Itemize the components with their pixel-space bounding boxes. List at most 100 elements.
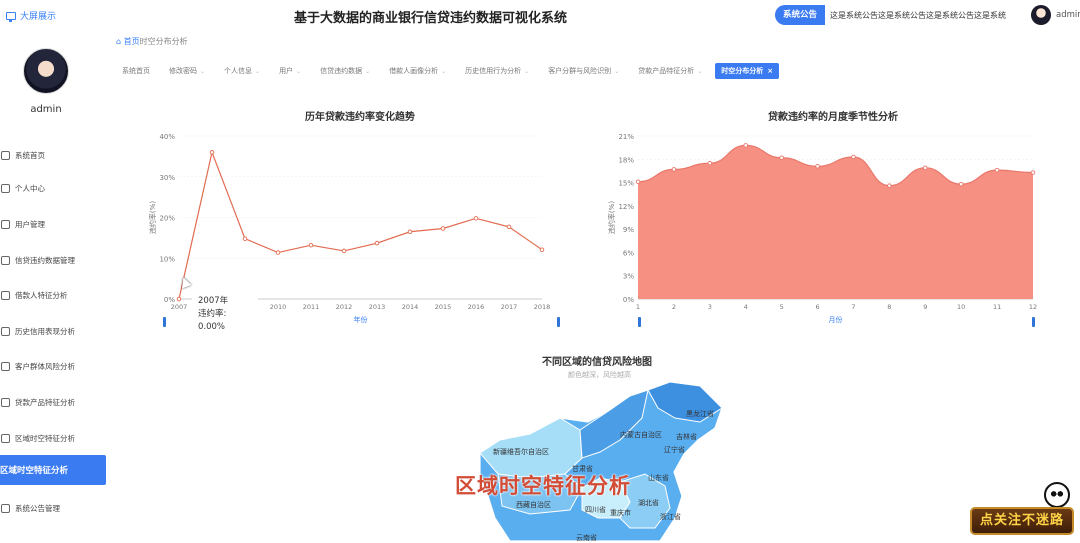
notice-icon [1,504,10,513]
tab-label: 用户 [279,67,294,75]
y-tick-label: 18% [618,156,634,164]
line-chart-title: 历年贷款违约率变化趋势 [305,112,415,123]
chevron-down-icon: ⌄ [255,68,261,75]
x-tick-label: 5 [780,303,784,311]
group-icon [1,362,10,371]
data-point [743,143,748,148]
data-point [815,164,820,169]
sidebar-item[interactable]: 信贷违约数据管理 [0,246,106,275]
data-point [671,167,677,172]
sidebar-item[interactable]: 系统首页 [0,141,106,170]
data-point [958,181,964,187]
sidebar-item[interactable]: 区域时空特征分析 [0,455,106,485]
data-point [923,165,928,171]
zoom-handle-right [557,317,560,327]
sidebar-item[interactable]: 用户管理 [0,210,106,239]
sidebar-item-label: 借款人特征分析 [15,291,68,300]
area-chart-title: 贷款违约率的月度季节性分析 [768,112,898,123]
x-tick-label: 2016 [468,303,485,311]
sidebar-item[interactable]: 借款人特征分析 [0,281,106,310]
tab[interactable]: 历史信用行为分析 ⌄ [459,63,535,79]
follow-badge: 点关注不迷路 [970,507,1074,535]
china-risk-map[interactable] [470,378,740,541]
tab-label: 客户分群与风险识别 [548,67,612,75]
map-label: 四川省 [585,506,606,514]
x-axis-title: 年份 [354,315,368,324]
zoom-handle-right [1032,317,1035,327]
tab-label: 历史信用行为分析 [465,67,522,75]
x-tick-label: 2014 [402,303,419,311]
tab-label: 借款人画像分析 [389,67,439,75]
chart-tooltip: 2007年 违约率: 0.00% [192,292,258,332]
map-label: 内蒙古自治区 [620,431,662,439]
map-label: 浙江省 [660,513,681,521]
y-tick-label: 15% [618,180,634,188]
data-point [887,183,892,188]
x-tick-label: 8 [887,303,891,311]
map-label: 辽宁省 [664,446,685,454]
tab[interactable]: 借款人画像分析 ⌄ [383,63,452,79]
tab[interactable]: 贷款产品特征分析 ⌄ [632,63,708,79]
chevron-down-icon: ⌄ [697,68,703,75]
line-chart: 0%10%20%30%40%20072008200920102011201220… [148,133,560,327]
map-label: 云南省 [576,534,597,542]
map-label: 吉林省 [676,433,697,441]
sidebar-item-label: 贷款产品特征分析 [15,398,75,407]
x-tick-label: 6 [815,303,819,311]
data-point [851,154,856,160]
tab[interactable]: 用户 ⌄ [273,63,307,79]
tab[interactable]: 个人信息 ⌄ [218,63,266,79]
avatar[interactable] [1031,5,1051,25]
tab-label: 信贷违约数据 [320,67,363,75]
x-tick-label: 2011 [303,303,320,311]
x-tick-label: 2017 [501,303,518,311]
sidebar-item[interactable]: 个人中心 [0,174,106,203]
tab-label: 贷款产品特征分析 [638,67,695,75]
tab-label: 个人信息 [224,67,253,75]
close-icon[interactable]: × [767,67,773,75]
tab[interactable]: 信贷违约数据 ⌄ [314,63,376,79]
tab[interactable]: 修改密码 ⌄ [163,63,211,79]
sidebar-item-label: 个人中心 [15,184,45,193]
bigscreen-label: 大屏展示 [20,12,57,22]
tab-bar: 系统首页 修改密码 ⌄ 个人信息 ⌄ 用户 ⌄ 信贷违约数据 ⌄ 借款人画像分析 ⌄ 历史信用行为分析… [116,63,786,79]
data-point [407,229,413,235]
header-username[interactable]: admin [1056,10,1080,20]
panda-icon [1044,482,1070,508]
data-point [707,160,713,166]
chevron-down-icon: ⌄ [200,68,206,75]
y-tick-label: 6% [623,249,634,257]
zoom-handle-left [163,317,166,327]
chevron-down-icon: ⌄ [441,68,447,75]
sidebar-item[interactable]: 贷款产品特征分析 [0,388,106,417]
area-chart: 0%3%6%9%12%15%18%21%1 2 3 4 5 6 7 8 9 10 11 12月份违约率… [607,133,1037,327]
x-tick-label: 7 [851,303,855,311]
tab[interactable]: 客户分群与风险识别 ⌄ [542,63,625,79]
bigscreen-link[interactable]: 大屏展示 [6,9,56,22]
sidebar-item-label: 区域时空特征分析 [0,466,69,476]
map-label: 新疆维吾尔自治区 [493,448,549,456]
breadcrumb-home[interactable]: 首页 [124,37,140,46]
tab[interactable]: 时空分布分析 × [715,63,780,79]
sidebar-item[interactable]: 客户群体风险分析 [0,352,106,381]
x-tick-label: 12 [1029,303,1037,311]
x-tick-label: 2010 [270,303,287,311]
announcement-button[interactable]: 系统公告 [775,5,825,25]
data-point [779,155,784,160]
sidebar-item[interactable]: 系统公告管理 [0,494,106,523]
map-label: 西藏自治区 [516,501,551,509]
y-tick-label: 3% [623,273,634,281]
monitor-icon [6,11,16,22]
tab[interactable]: 系统首页 [116,63,156,79]
y-tick-label: 10% [159,255,175,263]
sidebar-item[interactable]: 历史信用表现分析 [0,317,106,346]
sidebar-item-label: 历史信用表现分析 [15,327,75,336]
map-label: 重庆市 [610,509,631,517]
data-point [539,247,545,252]
x-tick-label: 1 [636,303,640,311]
sidebar-item[interactable]: 区域时空特征分析 [0,424,106,453]
top-bar: 大屏展示 基于大数据的商业银行信贷违约数据可视化系统 系统公告 这是系统公告这是… [0,0,1080,34]
map-label: 湖北省 [638,499,659,507]
sidebar-item-label: 用户管理 [15,220,45,229]
y-tick-label: 12% [618,203,634,211]
